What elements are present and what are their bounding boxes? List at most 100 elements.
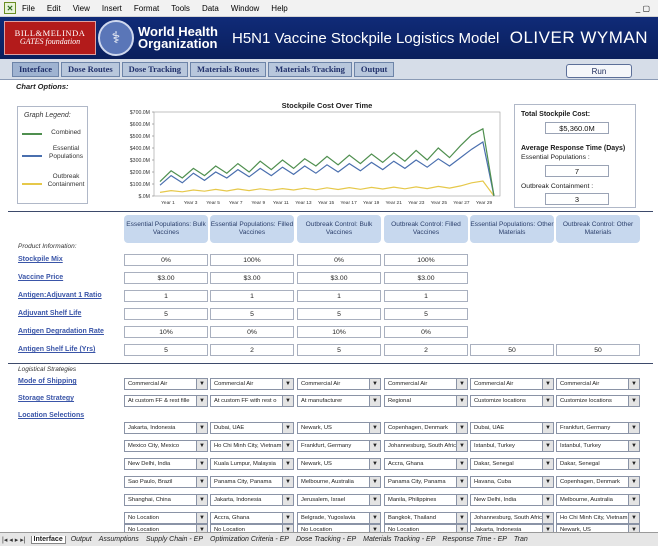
dropdown-arrow-icon[interactable]: ▼ [196, 495, 207, 505]
location-dropdown[interactable]: Sao Paulo, Brazil ▼ [124, 476, 208, 488]
input-cell[interactable]: $3.00 [384, 272, 468, 284]
dropdown-arrow-icon[interactable]: ▼ [456, 459, 467, 469]
input-cell[interactable]: 0% [384, 326, 468, 338]
location-dropdown[interactable]: Newark, US ▼ [297, 422, 381, 434]
input-cell[interactable]: 5 [297, 344, 381, 356]
row-label[interactable]: Location Selections [18, 412, 84, 419]
shipping-mode-dropdown[interactable]: Commercial Air ▼ [210, 378, 294, 390]
dropdown-arrow-icon[interactable]: ▼ [456, 513, 467, 523]
location-dropdown[interactable]: Johannesburg, South Africa ▼ [384, 440, 468, 452]
dropdown-arrow-icon[interactable]: ▼ [369, 423, 380, 433]
dropdown-arrow-icon[interactable]: ▼ [282, 459, 293, 469]
input-cell[interactable]: 0% [210, 326, 294, 338]
location-dropdown[interactable]: Dakar, Senegal ▼ [470, 458, 554, 470]
location-dropdown[interactable]: Ho Chi Minh City, Vietnam ▼ [210, 440, 294, 452]
input-cell[interactable]: 50 [556, 344, 640, 356]
shipping-mode-dropdown[interactable]: Commercial Air ▼ [556, 378, 640, 390]
storage-strategy-dropdown[interactable]: Regional ▼ [384, 395, 468, 407]
dropdown-arrow-icon[interactable]: ▼ [196, 423, 207, 433]
dropdown-arrow-icon[interactable]: ▼ [628, 495, 639, 505]
dropdown-arrow-icon[interactable]: ▼ [456, 396, 467, 406]
location-dropdown[interactable]: Panama City, Panama ▼ [210, 476, 294, 488]
dropdown-arrow-icon[interactable]: ▼ [628, 477, 639, 487]
location-dropdown[interactable]: Istanbul, Turkey ▼ [470, 440, 554, 452]
dropdown-arrow-icon[interactable]: ▼ [369, 513, 380, 523]
dropdown-arrow-icon[interactable]: ▼ [542, 379, 553, 389]
sheet-tab-optimization-criteria-ep[interactable]: Optimization Criteria - EP [208, 536, 291, 543]
dropdown-arrow-icon[interactable]: ▼ [542, 513, 553, 523]
storage-strategy-dropdown[interactable]: At manufacturer ▼ [297, 395, 381, 407]
location-dropdown[interactable]: Dubai, UAE ▼ [470, 422, 554, 434]
location-dropdown[interactable]: No Location ▼ [124, 512, 208, 524]
run-button[interactable]: Run [566, 64, 632, 78]
dropdown-arrow-icon[interactable]: ▼ [628, 441, 639, 451]
sheet-tab-interface[interactable]: Interface [30, 535, 66, 544]
input-cell[interactable]: 0% [124, 254, 208, 266]
input-cell[interactable]: 5 [384, 308, 468, 320]
location-dropdown[interactable]: Copenhagen, Denmark ▼ [384, 422, 468, 434]
dropdown-arrow-icon[interactable]: ▼ [456, 441, 467, 451]
dropdown-arrow-icon[interactable]: ▼ [456, 423, 467, 433]
menu-window[interactable]: Window [231, 4, 259, 13]
storage-strategy-dropdown[interactable]: At custom FF with rest o ▼ [210, 395, 294, 407]
input-cell[interactable]: 5 [210, 308, 294, 320]
dropdown-arrow-icon[interactable]: ▼ [369, 477, 380, 487]
location-dropdown[interactable]: Istanbul, Turkey ▼ [556, 440, 640, 452]
nav-tab-dose-routes[interactable]: Dose Routes [61, 61, 120, 77]
menu-insert[interactable]: Insert [102, 4, 122, 13]
location-dropdown[interactable]: Dubai, UAE ▼ [210, 422, 294, 434]
dropdown-arrow-icon[interactable]: ▼ [628, 459, 639, 469]
location-dropdown[interactable]: Bangkok, Thailand ▼ [384, 512, 468, 524]
dropdown-arrow-icon[interactable]: ▼ [196, 477, 207, 487]
nav-tab-materials-tracking[interactable]: Materials Tracking [268, 61, 352, 77]
input-cell[interactable]: 1 [297, 290, 381, 302]
input-cell[interactable]: 5 [124, 308, 208, 320]
menu-data[interactable]: Data [202, 4, 219, 13]
location-dropdown[interactable]: Havana, Cuba ▼ [470, 476, 554, 488]
nav-tab-output[interactable]: Output [353, 61, 395, 77]
shipping-mode-dropdown[interactable]: Commercial Air ▼ [470, 378, 554, 390]
dropdown-arrow-icon[interactable]: ▼ [282, 441, 293, 451]
dropdown-arrow-icon[interactable]: ▼ [628, 396, 639, 406]
input-cell[interactable]: 0% [297, 254, 381, 266]
input-cell[interactable]: $3.00 [297, 272, 381, 284]
menu-format[interactable]: Format [134, 4, 159, 13]
input-cell[interactable]: 100% [384, 254, 468, 266]
shipping-mode-dropdown[interactable]: Commercial Air ▼ [384, 378, 468, 390]
sheet-tab-dose-tracking-ep[interactable]: Dose Tracking - EP [294, 536, 358, 543]
input-cell[interactable]: 1 [124, 290, 208, 302]
location-dropdown[interactable]: Dakar, Senegal ▼ [556, 458, 640, 470]
dropdown-arrow-icon[interactable]: ▼ [628, 513, 639, 523]
dropdown-arrow-icon[interactable]: ▼ [369, 459, 380, 469]
location-dropdown[interactable]: Jakarta, Indonesia ▼ [124, 422, 208, 434]
shipping-mode-dropdown[interactable]: Commercial Air ▼ [297, 378, 381, 390]
dropdown-arrow-icon[interactable]: ▼ [542, 396, 553, 406]
dropdown-arrow-icon[interactable]: ▼ [542, 441, 553, 451]
input-cell[interactable]: 10% [124, 326, 208, 338]
dropdown-arrow-icon[interactable]: ▼ [282, 495, 293, 505]
dropdown-arrow-icon[interactable]: ▼ [542, 423, 553, 433]
dropdown-arrow-icon[interactable]: ▼ [456, 477, 467, 487]
row-label[interactable]: Antigen Shelf Life (Yrs) [18, 346, 95, 353]
sheet-tab-response-time-ep[interactable]: Response Time - EP [440, 536, 509, 543]
input-cell[interactable]: 50 [470, 344, 554, 356]
location-dropdown[interactable]: Accra, Ghana ▼ [384, 458, 468, 470]
dropdown-arrow-icon[interactable]: ▼ [542, 477, 553, 487]
location-dropdown[interactable]: Frankfurt, Germany ▼ [556, 422, 640, 434]
dropdown-arrow-icon[interactable]: ▼ [196, 379, 207, 389]
dropdown-arrow-icon[interactable]: ▼ [628, 379, 639, 389]
dropdown-arrow-icon[interactable]: ▼ [542, 495, 553, 505]
dropdown-arrow-icon[interactable]: ▼ [456, 379, 467, 389]
sheet-tab-tran[interactable]: Tran [512, 536, 530, 543]
dropdown-arrow-icon[interactable]: ▼ [282, 379, 293, 389]
location-dropdown[interactable]: Panama City, Panama ▼ [384, 476, 468, 488]
dropdown-arrow-icon[interactable]: ▼ [456, 495, 467, 505]
nav-tab-materials-routes[interactable]: Materials Routes [190, 61, 267, 77]
menu-help[interactable]: Help [271, 4, 287, 13]
input-cell[interactable]: 10% [297, 326, 381, 338]
shipping-mode-dropdown[interactable]: Commercial Air ▼ [124, 378, 208, 390]
menu-view[interactable]: View [73, 4, 90, 13]
location-dropdown[interactable]: Shanghai, China ▼ [124, 494, 208, 506]
row-label[interactable]: Mode of Shipping [18, 378, 77, 385]
dropdown-arrow-icon[interactable]: ▼ [369, 379, 380, 389]
